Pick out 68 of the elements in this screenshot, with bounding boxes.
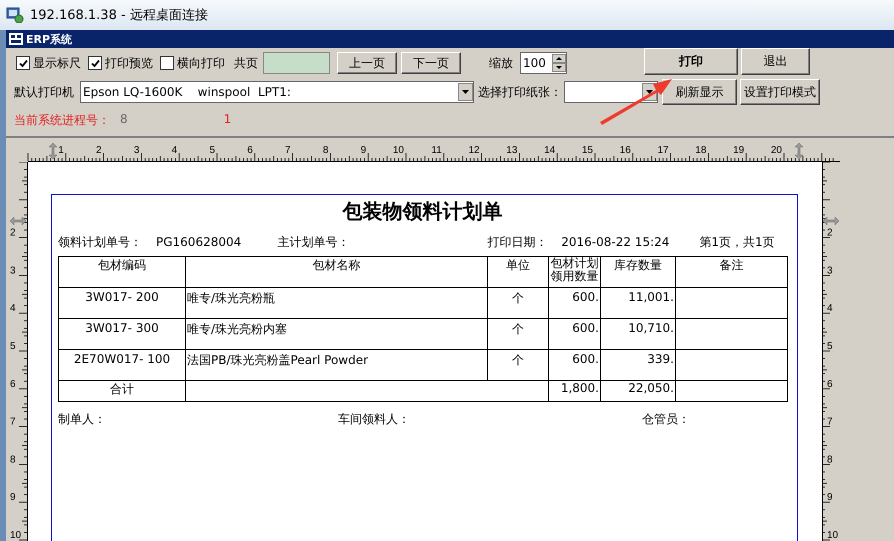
table-cell: 个: [488, 350, 548, 380]
page-button[interactable]: 下一页: [401, 52, 461, 74]
margin-handle-icon[interactable]: [48, 142, 58, 160]
margin-handle-icon[interactable]: [794, 142, 804, 160]
printer-label: 默认打印机: [14, 84, 74, 100]
column-header: 包材编码: [58, 256, 186, 288]
info-label: 打印日期：: [487, 234, 548, 248]
table-cell: 600.: [548, 318, 600, 350]
table-cell: 个: [488, 288, 548, 318]
page-info: 第1页，共1页: [699, 234, 775, 250]
checkbox[interactable]: [160, 56, 174, 70]
total-label: 合计: [58, 380, 186, 402]
toolbar-button[interactable]: 刷新显示: [662, 79, 737, 105]
action-button[interactable]: 退出: [741, 48, 810, 74]
table-cell: 唯专/珠光亮粉瓶: [186, 288, 488, 318]
signature-label: 仓管员：: [642, 411, 690, 428]
zoom-label: 缩放: [489, 54, 513, 72]
table-cell: 3W017- 200: [58, 288, 186, 318]
table-cell: 3W017- 300: [58, 318, 186, 350]
document-title: 包装物领料计划单: [341, 198, 504, 225]
process-label: 当前系统进程号：: [14, 112, 110, 129]
process-number: 8: [120, 112, 128, 128]
checkbox[interactable]: [88, 56, 102, 70]
page-count-label: 共页: [234, 54, 258, 72]
table-cell: 个: [488, 318, 548, 350]
table-cell: 11,001.: [600, 288, 676, 318]
table-cell: 2E70W017- 100: [58, 350, 186, 380]
total-cell: 1,800.: [548, 380, 600, 402]
table-cell: 600.: [548, 288, 600, 318]
window-title: 192.168.1.38 - 远程桌面连接: [30, 7, 208, 24]
process-count: 1: [224, 112, 232, 128]
paper-label: 选择打印纸张：: [478, 84, 562, 100]
checkbox-label: 横向打印: [177, 54, 225, 72]
column-header: 包材名称: [186, 256, 488, 288]
column-header: 单位: [488, 256, 548, 288]
printer-dropdown[interactable]: Epson LQ-1600K winspool LPT1:: [80, 81, 474, 103]
table-cell: 唯专/珠光亮粉内塞: [186, 318, 488, 350]
paper-dropdown[interactable]: [564, 81, 658, 103]
app-title: ERP系统: [26, 32, 72, 46]
info-label: 领料计划单号：: [58, 234, 142, 248]
info-value: PG160628004: [156, 234, 242, 248]
checkbox[interactable]: [16, 56, 30, 70]
page-count-field[interactable]: [263, 52, 330, 74]
checkbox-label: 显示标尺: [33, 54, 81, 72]
signature-label: 制单人：: [58, 411, 106, 428]
toolbar-button[interactable]: 设置打印模式: [740, 79, 820, 105]
column-header: 包材计划领用数量: [548, 256, 600, 288]
margin-handle-icon[interactable]: [9, 216, 27, 226]
spin-up-icon[interactable]: [552, 54, 566, 63]
page-button[interactable]: 上一页: [337, 52, 397, 74]
app-icon: [9, 33, 23, 45]
table-cell: 法国PB/珠光亮粉盖Pearl Powder: [186, 350, 488, 380]
checkbox-label: 打印预览: [105, 54, 153, 72]
column-header: 备注: [676, 256, 788, 288]
signature-label: 车间领料人：: [338, 411, 410, 428]
total-cell: 22,050.: [600, 380, 676, 402]
info-value: 2016-08-22 15:24: [561, 234, 670, 248]
column-header: 库存数量: [600, 256, 676, 288]
spin-down-icon[interactable]: [552, 63, 566, 72]
info-label: 主计划单号：: [277, 234, 350, 248]
remote-desktop-icon: [6, 7, 24, 23]
action-button[interactable]: 打印: [644, 48, 738, 74]
table-cell: 600.: [548, 350, 600, 380]
zoom-spinner[interactable]: 100: [520, 52, 567, 74]
margin-handle-icon[interactable]: [822, 216, 840, 226]
table-cell: 339.: [600, 350, 676, 380]
table-cell: 10,710.: [600, 318, 676, 350]
horizontal-ruler: 1 2 3 4 5 6 7 8 9 10 11 12 13 14 15 16 17 18 19 20: [6, 138, 894, 162]
